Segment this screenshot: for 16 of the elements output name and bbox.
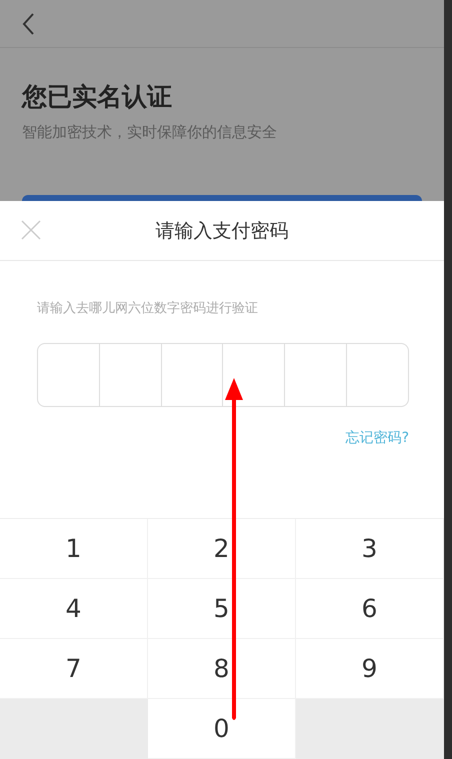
page-title: 您已实名认证 <box>22 81 173 113</box>
digit-key[interactable]: 0 <box>148 699 296 759</box>
digit-key[interactable]: 7 <box>0 639 148 699</box>
digit-key[interactable]: 8 <box>148 639 296 699</box>
page-subtitle: 智能加密技术，实时保障你的信息安全 <box>22 123 278 142</box>
digit-key[interactable]: 6 <box>296 579 444 639</box>
back-icon[interactable] <box>22 12 35 34</box>
digit-key[interactable]: 2 <box>148 519 296 579</box>
digit-key[interactable]: 9 <box>296 639 444 699</box>
dialog-title: 请输入支付密码 <box>156 218 288 244</box>
hint-text: 请输入去哪儿网六位数字密码进行验证 <box>37 300 259 317</box>
digit-key[interactable]: 5 <box>148 579 296 639</box>
digit-key[interactable]: 3 <box>296 519 444 579</box>
digit-key[interactable]: 1 <box>0 519 148 579</box>
close-icon[interactable] <box>20 219 42 241</box>
digit-key[interactable]: 4 <box>0 579 148 639</box>
